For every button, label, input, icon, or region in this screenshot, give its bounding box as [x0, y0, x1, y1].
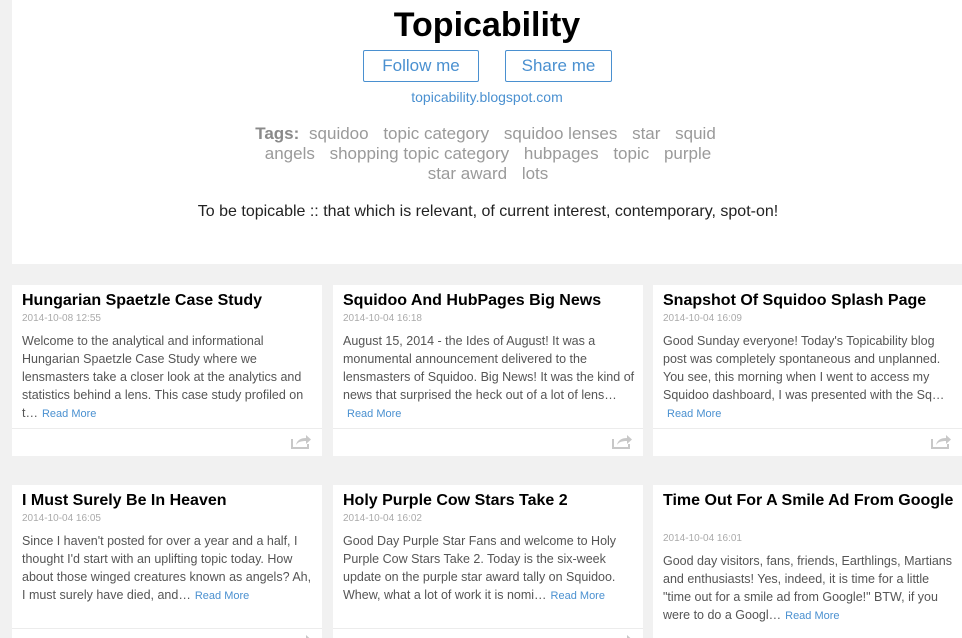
- card-divider: [333, 628, 643, 629]
- post-date: 2014-10-08 12:55: [22, 313, 101, 324]
- post-card: Squidoo And HubPages Big News 2014-10-04…: [333, 285, 643, 456]
- blog-url-link[interactable]: topicability.blogspot.com: [12, 89, 962, 105]
- post-title[interactable]: Snapshot Of Squidoo Splash Page: [663, 291, 959, 311]
- post-excerpt: Good Day Purple Star Fans and welcome to…: [343, 532, 637, 605]
- post-date: 2014-10-04 16:18: [343, 313, 422, 324]
- read-more-link[interactable]: Read More: [667, 408, 721, 420]
- read-more-link[interactable]: Read More: [195, 590, 249, 602]
- post-card: I Must Surely Be In Heaven 2014-10-04 16…: [12, 485, 322, 638]
- share-icon[interactable]: [290, 433, 312, 450]
- read-more-link[interactable]: Read More: [785, 610, 839, 622]
- post-excerpt: Since I haven't posted for over a year a…: [22, 532, 316, 605]
- card-divider: [12, 628, 322, 629]
- card-divider: [333, 428, 643, 429]
- post-card: Time Out For A Smile Ad From Google 2014…: [653, 485, 962, 638]
- post-title[interactable]: Hungarian Spaetzle Case Study: [22, 291, 318, 311]
- share-icon[interactable]: [611, 633, 633, 638]
- tags-list: Tags: squidoo topic category squidoo len…: [238, 124, 738, 184]
- post-excerpt: Welcome to the analytical and informatio…: [22, 332, 316, 423]
- post-excerpt: August 15, 2014 - the Ides of August! It…: [343, 332, 637, 423]
- tag-link[interactable]: purple: [664, 144, 711, 163]
- blog-header: Topicability Follow me Share me topicabi…: [12, 0, 962, 264]
- post-excerpt-text: Since I haven't posted for over a year a…: [22, 534, 312, 602]
- post-excerpt-text: August 15, 2014 - the Ides of August! It…: [343, 334, 635, 402]
- post-card: Holy Purple Cow Stars Take 2 2014-10-04 …: [333, 485, 643, 638]
- tag-link[interactable]: angels: [265, 144, 315, 163]
- post-title[interactable]: Squidoo And HubPages Big News: [343, 291, 639, 311]
- tag-link[interactable]: hubpages: [524, 144, 599, 163]
- tag-link[interactable]: squid: [675, 124, 716, 143]
- tag-link[interactable]: squidoo: [309, 124, 369, 143]
- post-date: 2014-10-04 16:09: [663, 313, 742, 324]
- tag-link[interactable]: shopping topic category: [330, 144, 510, 163]
- post-card: Snapshot Of Squidoo Splash Page 2014-10-…: [653, 285, 962, 456]
- post-date: 2014-10-04 16:02: [343, 513, 422, 524]
- share-icon[interactable]: [930, 433, 952, 450]
- post-title[interactable]: I Must Surely Be In Heaven: [22, 491, 318, 511]
- tag-link[interactable]: star award: [428, 164, 507, 183]
- tag-link[interactable]: squidoo lenses: [504, 124, 617, 143]
- follow-button[interactable]: Follow me: [363, 50, 479, 82]
- tag-link[interactable]: topic category: [383, 124, 489, 143]
- post-excerpt: Good day visitors, fans, friends, Earthl…: [663, 552, 957, 625]
- post-title[interactable]: Time Out For A Smile Ad From Google: [663, 491, 959, 511]
- read-more-link[interactable]: Read More: [347, 408, 401, 420]
- card-divider: [653, 428, 962, 429]
- tags-label: Tags:: [255, 124, 300, 143]
- card-divider: [12, 428, 322, 429]
- tag-link[interactable]: topic: [613, 144, 649, 163]
- post-date: 2014-10-04 16:05: [22, 513, 101, 524]
- post-card: Hungarian Spaetzle Case Study 2014-10-08…: [12, 285, 322, 456]
- read-more-link[interactable]: Read More: [42, 408, 96, 420]
- share-button[interactable]: Share me: [505, 50, 612, 82]
- tag-link[interactable]: star: [632, 124, 660, 143]
- post-excerpt: Good Sunday everyone! Today's Topicabili…: [663, 332, 957, 423]
- post-date: 2014-10-04 16:01: [663, 533, 742, 544]
- read-more-link[interactable]: Read More: [551, 590, 605, 602]
- share-icon[interactable]: [290, 633, 312, 638]
- tag-link[interactable]: lots: [522, 164, 548, 183]
- post-excerpt-text: Good Sunday everyone! Today's Topicabili…: [663, 334, 945, 402]
- blog-title: Topicability: [393, 6, 581, 44]
- post-title[interactable]: Holy Purple Cow Stars Take 2: [343, 491, 639, 511]
- share-icon[interactable]: [611, 433, 633, 450]
- blog-tagline: To be topicable :: that which is relevan…: [197, 203, 779, 220]
